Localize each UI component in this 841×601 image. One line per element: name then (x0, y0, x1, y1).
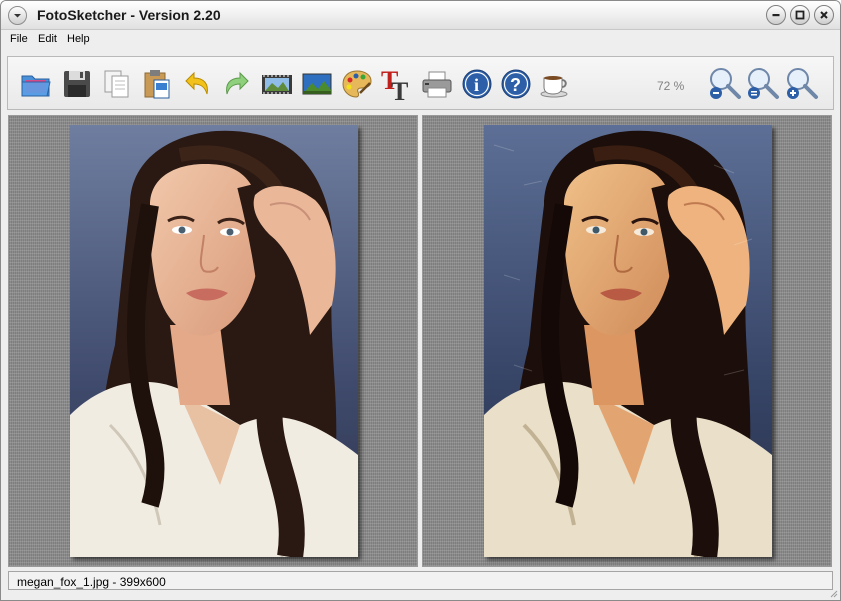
window-title: FotoSketcher - Version 2.20 (37, 7, 221, 23)
landscape-icon (302, 73, 332, 95)
print-button[interactable] (419, 66, 455, 102)
batch-button[interactable] (259, 66, 295, 102)
result-image-panel[interactable] (422, 115, 832, 567)
maximize-icon (795, 10, 805, 20)
original-image-panel[interactable] (8, 115, 418, 567)
menu-bar: File Edit Help (1, 31, 840, 49)
save-icon (64, 71, 90, 97)
maximize-button[interactable] (790, 5, 810, 25)
minimize-button[interactable] (766, 5, 786, 25)
palette-icon (342, 70, 372, 98)
info-button[interactable]: i (459, 66, 495, 102)
redo-button[interactable] (219, 66, 255, 102)
open-icon (21, 75, 51, 97)
close-icon (820, 11, 828, 19)
zoom-level: 72 % (657, 79, 685, 93)
window-menu-button[interactable] (8, 6, 27, 25)
status-text: megan_fox_1.jpg - 399x600 (17, 575, 166, 589)
minimize-icon (772, 14, 780, 17)
image-button[interactable] (299, 66, 335, 102)
toolbar: T T i ? 72 % (7, 56, 834, 110)
copy-button[interactable] (99, 66, 135, 102)
text-button[interactable]: T T (379, 66, 415, 103)
svg-text:i: i (474, 75, 479, 95)
status-bar: megan_fox_1.jpg - 399x600 (8, 571, 833, 590)
zoom-in-button[interactable] (784, 66, 820, 102)
zoom-in-icon (787, 68, 818, 99)
menu-help[interactable]: Help (67, 33, 90, 45)
zoom-out-icon (710, 68, 741, 99)
zoom-out-button[interactable] (707, 66, 743, 102)
text-icon: T T (381, 66, 408, 103)
svg-text:?: ? (510, 75, 521, 95)
paste-icon (144, 70, 170, 99)
original-photo[interactable] (70, 125, 358, 557)
resize-grip-icon[interactable] (828, 588, 838, 598)
info-icon: i (462, 69, 492, 99)
paste-button[interactable] (139, 66, 175, 102)
zoom-fit-button[interactable] (745, 66, 781, 102)
chevron-down-icon (14, 14, 21, 18)
help-icon: ? (501, 69, 531, 99)
filmstrip-icon (262, 75, 292, 94)
menu-edit[interactable]: Edit (38, 33, 57, 45)
undo-button[interactable] (179, 66, 215, 102)
effects-button[interactable] (339, 66, 375, 102)
portrait-image (70, 125, 358, 557)
undo-icon (185, 71, 208, 95)
redo-icon (226, 71, 249, 95)
copy-icon (104, 70, 129, 98)
painted-portrait-image (484, 125, 772, 557)
close-button[interactable] (814, 5, 834, 25)
printer-icon (422, 71, 452, 98)
coffee-icon (540, 76, 568, 98)
zoom-fit-icon (748, 68, 779, 99)
save-button[interactable] (59, 66, 95, 102)
menu-file[interactable]: File (10, 33, 28, 45)
app-window: FotoSketcher - Version 2.20 File Edit He… (0, 0, 841, 601)
donate-button[interactable] (537, 66, 573, 102)
title-bar[interactable]: FotoSketcher - Version 2.20 (1, 1, 840, 30)
help-button[interactable]: ? (498, 66, 534, 102)
svg-text:T: T (391, 77, 408, 103)
result-photo[interactable] (484, 125, 772, 557)
open-button[interactable] (18, 66, 54, 102)
